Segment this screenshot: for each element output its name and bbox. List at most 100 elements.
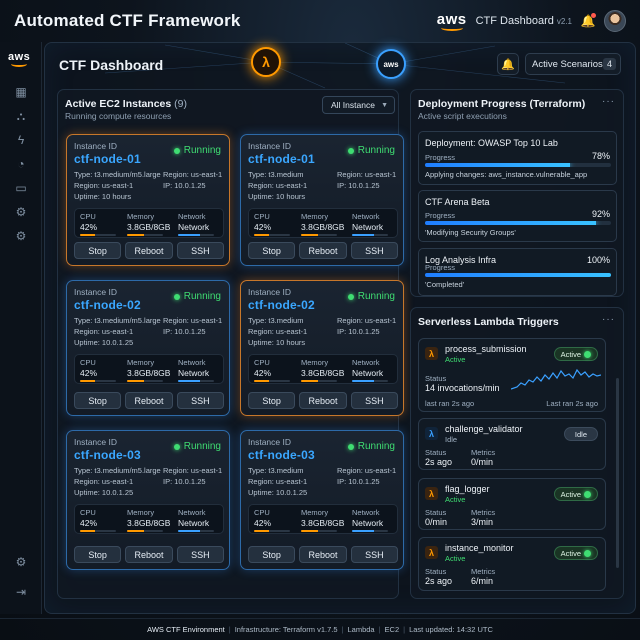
cpu-metric: CPU 42%	[254, 358, 298, 382]
dashboard-gauge-icon[interactable]: ◔	[13, 156, 29, 172]
instance-region: Region: us-east-1	[248, 477, 308, 486]
instance-card[interactable]: Instance ID ctf-node-02 Running Type: t3.me…	[66, 280, 230, 416]
more-options-icon[interactable]: ···	[602, 314, 615, 325]
lambda-badge-text: Idle	[574, 429, 587, 439]
sidebar-aws-logo[interactable]: aws	[8, 52, 30, 67]
cpu-label: CPU	[80, 508, 96, 517]
lambda-item[interactable]: λ process_submission Active Active Status 14 …	[418, 338, 606, 412]
deployment-item[interactable]: Log Analysis Infra Progress 100% 'Completed…	[418, 248, 617, 296]
status-badge: Running	[173, 441, 221, 452]
header-right: aws CTF Dashboard v2.1 🔔	[437, 6, 626, 36]
instance-ip: IP: 10.0.1.25	[337, 327, 380, 336]
stop-button[interactable]: Stop	[74, 392, 122, 409]
settings-icon[interactable]: ⚙	[13, 204, 29, 220]
deployment-item[interactable]: CTF Arena Beta Progress 92% 'Modifying Secu…	[418, 190, 617, 242]
network-value: Network	[178, 518, 210, 528]
lambda-icon: λ	[425, 427, 438, 440]
lambda-name: challenge_validator	[445, 424, 523, 434]
stop-button[interactable]: Stop	[74, 546, 122, 563]
stop-button[interactable]: Stop	[248, 392, 296, 409]
instance-type: Type: t3.medium/m5.large	[74, 170, 161, 179]
lambda-toggle[interactable]: Active	[553, 487, 598, 501]
cpu-label: CPU	[80, 358, 96, 367]
instance-ip: IP: 10.0.1.25	[163, 181, 206, 190]
reboot-button[interactable]: Reboot	[125, 242, 173, 259]
lambda-item[interactable]: λ instance_monitor Active Active Status 2s ag…	[418, 537, 606, 591]
instance-card[interactable]: Instance ID ctf-node-01 Running Type: t3.me…	[240, 134, 404, 266]
settings-icon-2[interactable]: ⚙	[13, 228, 29, 244]
gear-icon[interactable]: ⚙	[13, 554, 29, 570]
stop-button[interactable]: Stop	[74, 242, 122, 259]
ssh-button[interactable]: SSH	[350, 392, 398, 409]
deployment-item[interactable]: Deployment: OWASP Top 10 Lab Progress 78% A…	[418, 131, 617, 185]
lambda-item[interactable]: λ challenge_validator Idle Idle Status 2s ago…	[418, 418, 606, 470]
memory-label: Memory	[301, 358, 329, 367]
sidebar: aws ▦ ⛬ ϟ ◔ ▭ ⚙ ⚙ ⚙ ⇥	[0, 42, 42, 614]
progress-bar	[425, 273, 611, 277]
network-bar-fill	[178, 234, 200, 236]
alerts-bell-button[interactable]: 🔔	[497, 53, 519, 75]
instance-filter-dropdown[interactable]: All Instance ▼	[322, 96, 395, 114]
memory-label: Memory	[301, 508, 329, 517]
reboot-button[interactable]: Reboot	[125, 392, 173, 409]
deployment-title: Deployment Progress (Terraform)	[418, 98, 586, 110]
cpu-bar-fill	[254, 234, 270, 236]
lambda-name: process_submission	[445, 344, 527, 354]
status-badge: Running	[347, 145, 395, 156]
reboot-button[interactable]: Reboot	[299, 392, 347, 409]
stop-button[interactable]: Stop	[248, 546, 296, 563]
network-bar-fill	[178, 530, 200, 532]
lambda-toggle[interactable]: Active	[553, 347, 598, 361]
logout-icon[interactable]: ⇥	[13, 584, 29, 600]
folder-icon[interactable]: ▭	[13, 180, 29, 196]
stop-button[interactable]: Stop	[248, 242, 296, 259]
lambda-toggle[interactable]: Idle	[563, 427, 598, 441]
grid-icon[interactable]: ▦	[13, 84, 29, 100]
active-scenarios-button[interactable]: Active Scenarios 4	[525, 53, 621, 75]
ssh-button[interactable]: SSH	[350, 242, 398, 259]
lambda-bolt-icon[interactable]: ϟ	[13, 132, 29, 148]
network-label: Network	[178, 358, 206, 367]
ssh-button[interactable]: SSH	[350, 546, 398, 563]
reboot-button[interactable]: Reboot	[299, 242, 347, 259]
top-header: Automated CTF Framework aws CTF Dashboar…	[0, 0, 640, 42]
cpu-metric: CPU 42%	[80, 508, 124, 532]
network-metric: Network Network	[178, 212, 222, 236]
ssh-button[interactable]: SSH	[176, 546, 224, 563]
instance-region: Region: us-east-1	[74, 181, 134, 190]
memory-value: 3.8GB/8GB	[127, 222, 171, 232]
lambda-icon: λ	[425, 347, 438, 360]
network-label: Network	[352, 358, 380, 367]
reboot-button[interactable]: Reboot	[299, 546, 347, 563]
instance-id-label: Instance ID	[248, 287, 291, 297]
cpu-bar-fill	[80, 234, 96, 236]
network-metric: Network Network	[178, 358, 222, 382]
ssh-button[interactable]: SSH	[176, 242, 224, 259]
network-value: Network	[178, 368, 210, 378]
user-avatar[interactable]	[604, 10, 626, 32]
instance-card[interactable]: Instance ID ctf-node-03 Running Type: t3.me…	[66, 430, 230, 570]
instance-card[interactable]: Instance ID ctf-node-02 Running Type: t3.me…	[240, 280, 404, 416]
lambda-node-icon: λ	[251, 47, 281, 77]
lambda-scrollbar[interactable]	[616, 378, 619, 568]
last-ran-left: last ran 2s ago	[425, 399, 475, 408]
memory-label: Memory	[127, 358, 155, 367]
reboot-button[interactable]: Reboot	[125, 546, 173, 563]
instance-name: ctf-node-02	[74, 298, 141, 312]
progress-value: 100%	[586, 255, 610, 265]
network-icon[interactable]: ⛬	[13, 108, 29, 124]
memory-metric: Memory 3.8GB/8GB	[127, 358, 171, 382]
toggle-knob-icon	[584, 549, 591, 557]
instance-card[interactable]: Instance ID ctf-node-03 Running Type: t3.me…	[240, 430, 404, 570]
cpu-value: 42%	[80, 368, 98, 378]
more-options-icon[interactable]: ···	[602, 96, 615, 107]
instance-card[interactable]: Instance ID ctf-node-01 Running Type: t3.me…	[66, 134, 230, 266]
memory-metric: Memory 3.8GB/8GB	[127, 212, 171, 236]
instance-ip: IP: 10.0.1.25	[337, 477, 380, 486]
notification-bell-icon[interactable]: 🔔	[581, 13, 596, 28]
lambda-toggle[interactable]: Active	[553, 546, 598, 560]
aws-logo: aws	[437, 12, 467, 31]
instance-actions: Stop Reboot SSH	[74, 242, 224, 259]
ssh-button[interactable]: SSH	[176, 392, 224, 409]
lambda-item[interactable]: λ flag_logger Active Active Status 0/min Metri…	[418, 478, 606, 530]
